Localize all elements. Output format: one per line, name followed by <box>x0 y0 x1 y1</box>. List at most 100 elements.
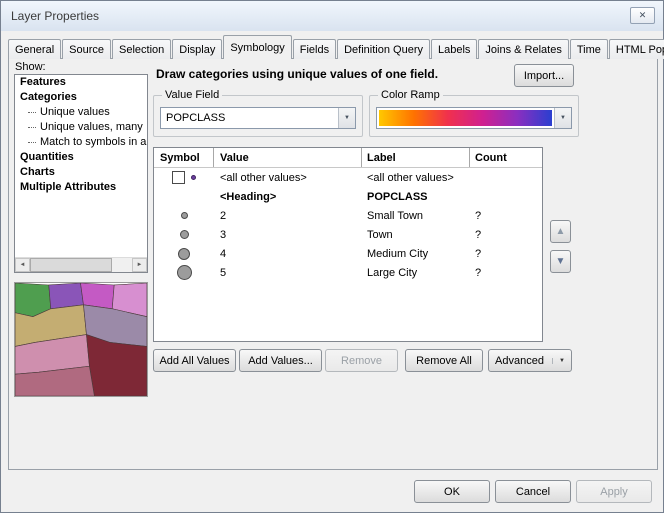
value-field-dropdown[interactable]: POPCLASS ▼ <box>160 107 356 129</box>
class-symbol-dot[interactable] <box>180 230 189 239</box>
value-field-group: Value Field POPCLASS ▼ <box>153 95 363 137</box>
value-cell: 2 <box>214 206 362 225</box>
remove-all-button[interactable]: Remove All <box>405 349 483 372</box>
titlebar[interactable]: Layer Properties ✕ <box>1 1 663 31</box>
table-header-row: Symbol Value Label Count <box>154 148 542 168</box>
tree-line <box>28 142 36 143</box>
tab-labels[interactable]: Labels <box>431 39 477 59</box>
tree-line <box>28 127 36 128</box>
arrow-up-icon: ▲ <box>556 226 566 237</box>
scrollbar-thumb[interactable] <box>30 258 112 272</box>
show-item-categories[interactable]: Categories <box>15 90 147 105</box>
tab-source[interactable]: Source <box>62 39 111 59</box>
table-row[interactable]: <Heading> POPCLASS <box>154 187 542 206</box>
color-ramp-group: Color Ramp ▼ <box>369 95 579 137</box>
advanced-button[interactable]: Advanced ▼ <box>488 349 572 372</box>
map-preview <box>14 282 148 397</box>
remove-label: Remove <box>341 355 382 367</box>
ok-button[interactable]: OK <box>414 480 490 503</box>
tab-fields[interactable]: Fields <box>293 39 336 59</box>
move-down-button[interactable]: ▼ <box>550 250 571 273</box>
close-button[interactable]: ✕ <box>630 7 655 24</box>
table-row[interactable]: 5 Large City ? <box>154 263 542 282</box>
all-other-values-symbol[interactable] <box>191 175 196 180</box>
tab-selection[interactable]: Selection <box>112 39 171 59</box>
value-cell: <Heading> <box>214 187 362 206</box>
class-symbol-dot[interactable] <box>178 248 190 260</box>
add-all-values-button[interactable]: Add All Values <box>153 349 236 372</box>
scroll-right-icon: ► <box>137 262 143 268</box>
value-cell: 3 <box>214 225 362 244</box>
cancel-button[interactable]: Cancel <box>495 480 571 503</box>
value-field-dropdown-button[interactable]: ▼ <box>338 108 355 128</box>
scroll-left-icon: ◄ <box>20 262 26 268</box>
tab-joins-relates[interactable]: Joins & Relates <box>478 39 568 59</box>
tab-time[interactable]: Time <box>570 39 608 59</box>
color-ramp-swatch <box>379 110 552 126</box>
ok-label: OK <box>444 486 460 498</box>
header-label[interactable]: Label <box>362 148 470 167</box>
label-cell: POPCLASS <box>362 187 470 206</box>
table-row[interactable]: 4 Medium City ? <box>154 244 542 263</box>
color-ramp-dropdown[interactable]: ▼ <box>376 107 572 129</box>
color-ramp-label: Color Ramp <box>378 89 443 101</box>
label-cell: Large City <box>362 263 470 282</box>
chevron-down-icon: ▼ <box>560 115 566 121</box>
tab-general[interactable]: General <box>8 39 61 59</box>
move-up-button[interactable]: ▲ <box>550 220 571 243</box>
table-row[interactable]: <all other values> <all other values> <box>154 168 542 187</box>
label-cell: Small Town <box>362 206 470 225</box>
show-item-unique-values-many[interactable]: Unique values, many <box>15 120 147 135</box>
symbol-cell <box>154 168 214 187</box>
symbol-cell <box>154 225 214 244</box>
tree-line <box>28 112 36 113</box>
count-cell: ? <box>470 225 542 244</box>
show-item-features[interactable]: Features <box>15 75 147 90</box>
scroll-right-button[interactable]: ► <box>132 258 147 272</box>
table-row[interactable]: 2 Small Town ? <box>154 206 542 225</box>
show-item-label: Match to symbols in a <box>40 135 146 150</box>
show-item-unique-values[interactable]: Unique values <box>15 105 147 120</box>
class-symbol-dot[interactable] <box>177 265 192 280</box>
table-row[interactable]: 3 Town ? <box>154 225 542 244</box>
layer-properties-dialog: Layer Properties ✕ General Source Select… <box>0 0 664 513</box>
count-cell: ? <box>470 244 542 263</box>
tree-horizontal-scrollbar[interactable]: ◄ ► <box>15 257 147 272</box>
add-values-button[interactable]: Add Values... <box>239 349 322 372</box>
symbol-cell <box>154 187 214 206</box>
class-symbol-dot[interactable] <box>181 212 188 219</box>
value-field-selected: POPCLASS <box>161 112 338 124</box>
arrow-down-icon: ▼ <box>556 256 566 267</box>
remove-button: Remove <box>325 349 398 372</box>
header-symbol[interactable]: Symbol <box>154 148 214 167</box>
header-value[interactable]: Value <box>214 148 362 167</box>
color-ramp-dropdown-button[interactable]: ▼ <box>554 108 571 128</box>
import-button[interactable]: Import... <box>514 64 574 87</box>
all-other-values-checkbox[interactable] <box>172 171 185 184</box>
show-item-match-symbols[interactable]: Match to symbols in a <box>15 135 147 150</box>
show-item-charts[interactable]: Charts <box>15 165 147 180</box>
show-item-quantities[interactable]: Quantities <box>15 150 147 165</box>
tab-symbology[interactable]: Symbology <box>223 35 291 59</box>
symbol-cell <box>154 263 214 282</box>
panel-description: Draw categories using unique values of o… <box>156 67 508 81</box>
advanced-dropdown-icon: ▼ <box>552 358 565 364</box>
header-count[interactable]: Count <box>470 148 542 167</box>
tab-html-popup[interactable]: HTML Popup <box>609 39 664 59</box>
show-item-multiple-attributes[interactable]: Multiple Attributes <box>15 180 147 195</box>
tab-definition-query[interactable]: Definition Query <box>337 39 430 59</box>
count-cell: ? <box>470 206 542 225</box>
value-cell: <all other values> <box>214 168 362 187</box>
close-icon: ✕ <box>639 10 647 20</box>
import-button-label: Import... <box>524 70 564 82</box>
scroll-left-button[interactable]: ◄ <box>15 258 30 272</box>
value-field-label: Value Field <box>162 89 222 101</box>
show-tree: Features Categories Unique values Unique… <box>14 74 148 273</box>
tab-bar: General Source Selection Display Symbolo… <box>8 37 664 59</box>
tab-display[interactable]: Display <box>172 39 222 59</box>
show-item-label: Unique values <box>40 105 110 120</box>
count-cell <box>470 187 542 206</box>
scrollbar-track[interactable] <box>30 258 132 272</box>
label-cell: <all other values> <box>362 168 470 187</box>
value-cell: 4 <box>214 244 362 263</box>
